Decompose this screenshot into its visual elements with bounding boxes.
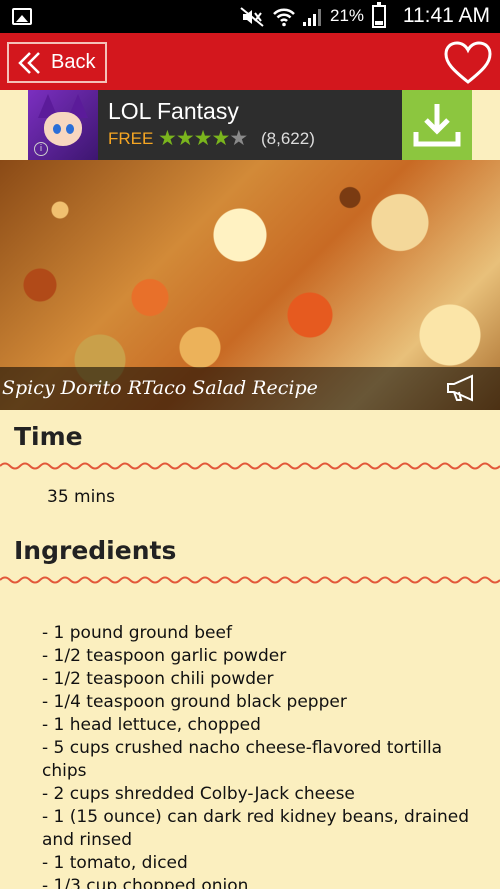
gallery-notification-icon [12,8,32,25]
battery-icon [372,2,386,28]
list-item: - 5 cups crushed nacho cheese-flavored t… [42,738,443,781]
list-item: - 1 head lettuce, chopped [42,715,261,735]
list-item: - 2 cups shredded Colby-Jack cheese [42,784,355,804]
list-item: - 1/4 teaspoon ground black pepper [42,692,347,712]
wifi-icon [273,8,295,27]
time-value: 35 mins [47,487,115,507]
double-chevron-left-icon [18,51,40,74]
recipe-title: Spicy Dorito RTaco Salad Recipe [2,377,318,399]
battery-percent: 21% [330,6,365,25]
back-button[interactable]: Back [7,42,107,83]
list-item: - 1/3 cup chopped onion [42,876,249,889]
back-label: Back [51,51,96,73]
ad-rating-stars: ★★★★★ [158,126,248,150]
wavy-divider [0,576,500,584]
favorite-heart-icon[interactable] [443,40,493,86]
ad-rating-count: (8,622) [261,129,315,148]
time-heading: Time [14,422,83,451]
download-icon [413,104,461,147]
signal-icon [303,9,321,26]
list-item: - 1 tomato, diced [42,853,188,873]
star-icon: ★ [158,126,177,150]
ad-banner[interactable]: i LOL Fantasy FREE ★★★★★ (8,622) [28,90,472,160]
list-item: - 1 pound ground beef [42,623,232,643]
app-toolbar: Back [0,33,500,90]
recipe-title-bar: Spicy Dorito RTaco Salad Recipe [0,367,500,410]
list-item: - 1 (15 ounce) can dark red kidney beans… [42,807,469,850]
mute-icon [240,7,264,27]
list-item: - 1/2 teaspoon garlic powder [42,646,287,666]
star-empty-icon: ★ [229,126,248,150]
game-app-icon: i [28,90,98,160]
wavy-divider [0,462,500,470]
star-icon: ★ [211,126,230,150]
ad-title: LOL Fantasy [108,98,239,124]
ad-info-icon[interactable]: i [34,142,48,156]
status-bar: 21% 11:41 AM [0,0,500,33]
ingredients-list: - 1 pound ground beef - 1/2 teaspoon gar… [42,622,482,889]
status-icons [240,6,324,28]
ad-price: FREE [108,129,154,148]
star-icon: ★ [175,126,195,150]
list-item: - 1/2 teaspoon chili powder [42,669,274,689]
ingredients-heading: Ingredients [14,536,177,565]
download-button[interactable] [402,90,472,160]
clock: 11:41 AM [402,4,490,27]
star-icon: ★ [193,126,213,150]
megaphone-icon[interactable] [444,372,480,404]
